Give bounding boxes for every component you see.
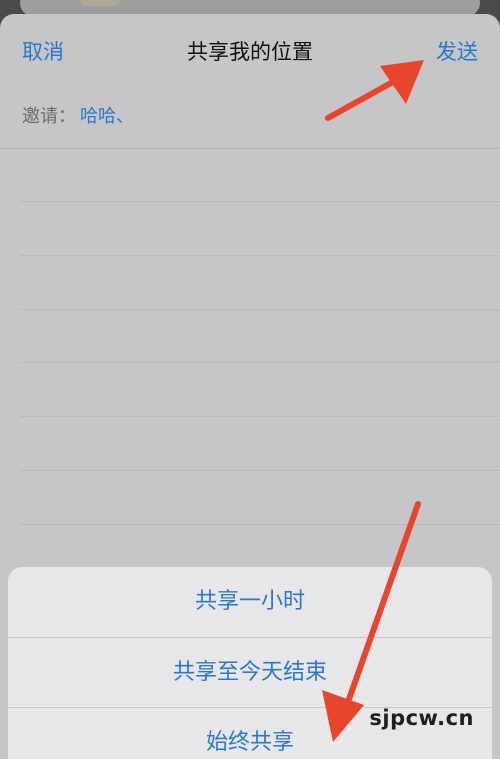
invite-field[interactable]: 邀请： 哈哈、 xyxy=(22,102,134,128)
nav-bar: 取消 共享我的位置 发送 xyxy=(0,14,500,86)
watermark-text: sjpcw.cn xyxy=(369,706,474,730)
invite-recipient[interactable]: 哈哈、 xyxy=(80,106,134,127)
empty-list-row-line xyxy=(20,255,500,256)
screen: 取消 共享我的位置 发送 邀请：哈哈、 共享一小时 共享至今天结束 始终共享 xyxy=(0,0,500,759)
share-until-end-of-day-button[interactable]: 共享至今天结束 xyxy=(8,638,492,708)
share-duration-action-sheet: 共享一小时 共享至今天结束 始终共享 xyxy=(8,567,492,759)
empty-list-row-line xyxy=(20,201,500,202)
invite-label: 邀请： xyxy=(22,106,76,127)
empty-list-row-line xyxy=(20,416,500,417)
page-title: 共享我的位置 xyxy=(187,40,313,64)
share-one-hour-button[interactable]: 共享一小时 xyxy=(8,567,492,637)
empty-list-row-line xyxy=(20,362,500,363)
send-button[interactable]: 发送 xyxy=(436,36,478,66)
empty-list-row-line xyxy=(20,524,500,525)
empty-list-row-line xyxy=(20,470,500,471)
empty-list-row-line xyxy=(20,309,500,310)
divider xyxy=(0,148,500,149)
background-card-highlight xyxy=(80,0,120,6)
